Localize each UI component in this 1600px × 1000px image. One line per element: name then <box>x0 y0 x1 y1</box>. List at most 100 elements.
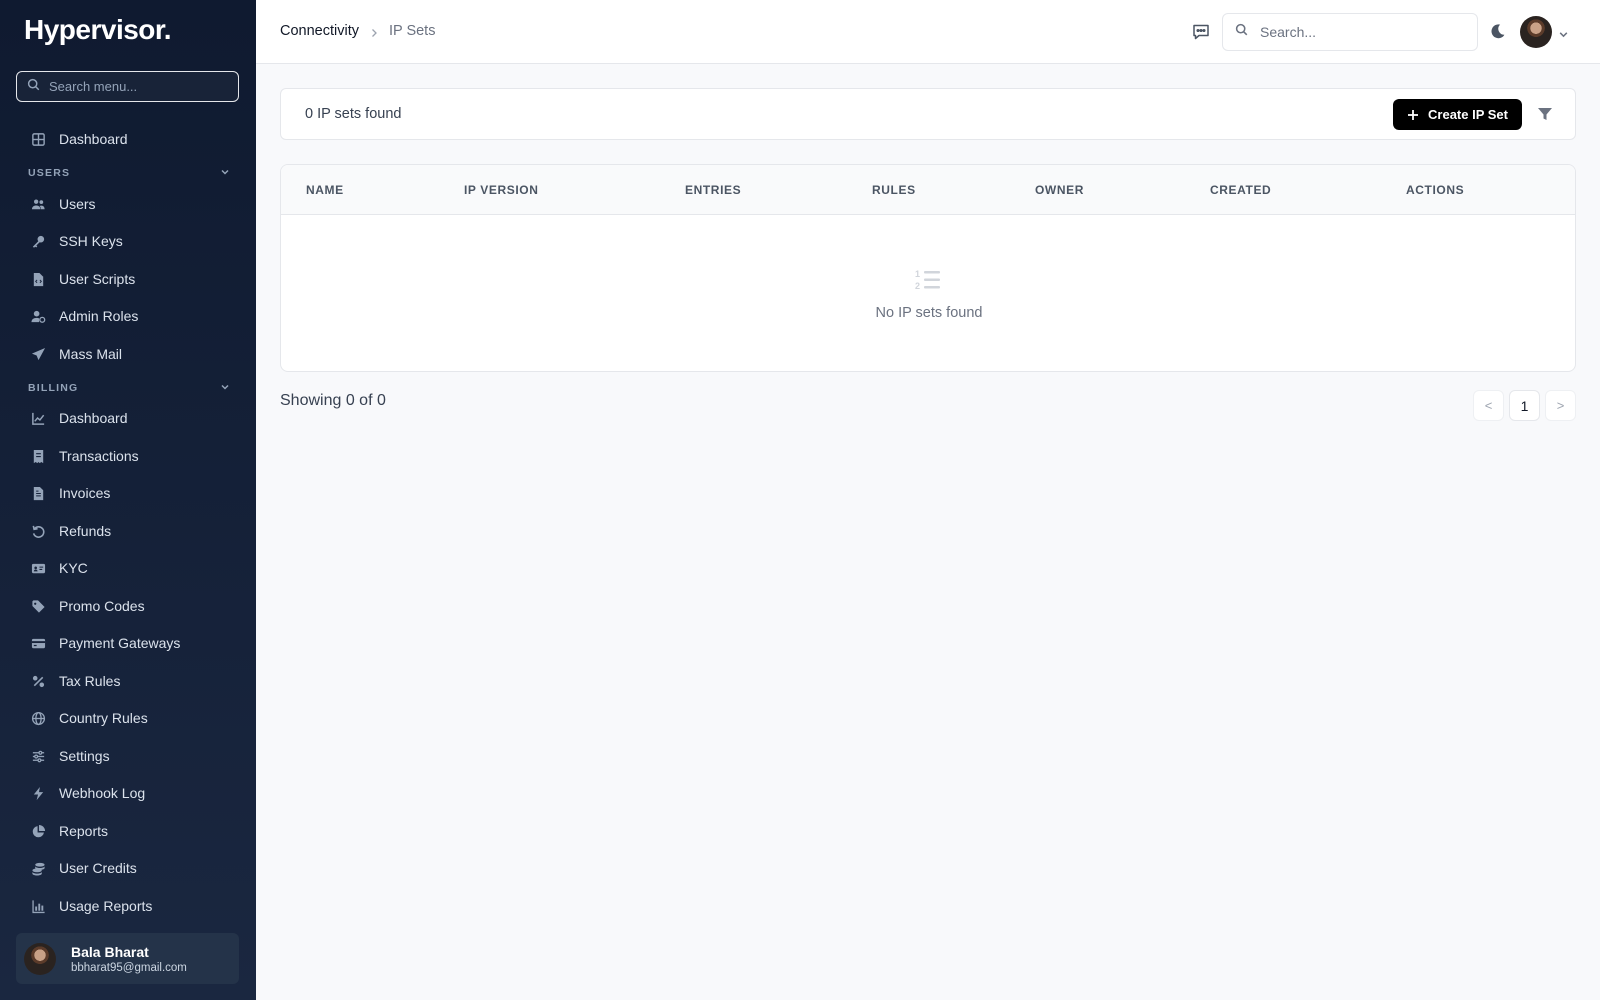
sidebar-item-label: Mass Mail <box>59 346 123 362</box>
sidebar-item-invoices[interactable]: Invoices <box>16 478 240 508</box>
create-ip-set-button[interactable]: Create IP Set <box>1393 99 1522 130</box>
column-header-rules[interactable]: RULES <box>872 183 916 197</box>
top-header: Connectivity IP Sets <box>256 0 1600 64</box>
next-page-button[interactable]: > <box>1545 390 1576 421</box>
breadcrumb-root[interactable]: Connectivity <box>280 23 359 39</box>
svg-text:1: 1 <box>915 269 920 279</box>
empty-state-text: No IP sets found <box>875 305 983 321</box>
sidebar-item-label: SSH Keys <box>59 233 123 249</box>
table-header: NAME IP VERSION ENTRIES RULES OWNER CREA… <box>281 165 1575 215</box>
bar-chart-icon <box>30 898 46 914</box>
sidebar-item-label: Admin Roles <box>59 308 139 324</box>
column-header-created[interactable]: CREATED <box>1210 183 1271 197</box>
sidebar-item-country-rules[interactable]: Country Rules <box>16 703 240 733</box>
sidebar-section-billing[interactable]: BILLING <box>28 380 230 396</box>
sidebar-item-label: Usage Reports <box>59 898 153 914</box>
section-label: USERS <box>28 167 71 179</box>
menu-search-input[interactable] <box>49 79 229 94</box>
chevron-right-icon <box>369 26 379 37</box>
global-search[interactable] <box>1222 13 1478 51</box>
sidebar-item-refunds[interactable]: Refunds <box>16 516 240 546</box>
results-count: 0 IP sets found <box>305 106 402 122</box>
sidebar-item-promo-codes[interactable]: Promo Codes <box>16 591 240 621</box>
sidebar-item-label: Payment Gateways <box>59 635 181 651</box>
sidebar-item-label: User Credits <box>59 860 137 876</box>
list-ol-icon: 12 <box>915 267 941 293</box>
credit-card-icon <box>30 635 46 651</box>
sidebar-item-dashboard[interactable]: Dashboard <box>16 124 240 154</box>
sidebar-item-webhook-log[interactable]: Webhook Log <box>16 778 240 808</box>
brand-logo[interactable]: Hypervisor. <box>24 14 172 46</box>
sidebar-user-card[interactable]: Bala Bharat bbharat95@gmail.com <box>16 933 239 984</box>
breadcrumb: Connectivity IP Sets <box>280 23 435 39</box>
svg-text:2: 2 <box>915 281 920 291</box>
column-header-actions: ACTIONS <box>1406 183 1465 197</box>
filter-icon[interactable] <box>1537 106 1553 122</box>
sidebar-item-reports[interactable]: Reports <box>16 816 240 846</box>
sidebar-item-ssh-keys[interactable]: SSH Keys <box>16 226 240 256</box>
sidebar-item-settings[interactable]: Settings <box>16 741 240 771</box>
sidebar-item-usage-reports[interactable]: Usage Reports <box>16 891 240 921</box>
avatar <box>24 942 56 975</box>
sidebar-item-label: Tax Rules <box>59 673 121 689</box>
sidebar-item-label: KYC <box>59 560 88 576</box>
create-button-label: Create IP Set <box>1428 107 1508 122</box>
sidebar-item-label: Reports <box>59 823 109 839</box>
sidebar-item-label: Dashboard <box>59 131 128 147</box>
ip-sets-table: NAME IP VERSION ENTRIES RULES OWNER CREA… <box>280 164 1576 372</box>
user-email: bbharat95@gmail.com <box>71 961 187 974</box>
sidebar-item-payment-gateways[interactable]: Payment Gateways <box>16 628 240 658</box>
tag-icon <box>30 598 46 614</box>
grid-icon <box>30 131 46 147</box>
user-meta: Bala Bharat bbharat95@gmail.com <box>71 944 187 974</box>
sidebar-item-label: Dashboard <box>59 410 128 426</box>
key-icon <box>30 233 46 249</box>
user-name: Bala Bharat <box>71 943 149 960</box>
sidebar-item-users[interactable]: Users <box>16 189 240 219</box>
sidebar-item-label: Promo Codes <box>59 598 145 614</box>
sidebar-item-billing-dashboard[interactable]: Dashboard <box>16 403 240 433</box>
sidebar-item-label: Invoices <box>59 485 111 501</box>
global-search-input[interactable] <box>1260 24 1460 40</box>
sidebar-item-label: User Scripts <box>59 271 136 287</box>
file-code-icon <box>30 271 46 287</box>
column-header-entries[interactable]: ENTRIES <box>685 183 741 197</box>
list-toolbar: 0 IP sets found Create IP Set <box>280 88 1576 140</box>
sidebar-item-admin-roles[interactable]: Admin Roles <box>16 301 240 331</box>
sidebar-item-user-scripts[interactable]: User Scripts <box>16 264 240 294</box>
undo-icon <box>30 523 46 539</box>
menu-search[interactable] <box>16 71 239 102</box>
sidebar-item-user-credits[interactable]: User Credits <box>16 853 240 883</box>
page-1-button[interactable]: 1 <box>1509 390 1540 421</box>
receipt-icon <box>30 448 46 464</box>
chevron-down-icon[interactable] <box>1558 27 1569 38</box>
paper-plane-icon <box>30 346 46 362</box>
line-chart-icon <box>30 410 46 426</box>
sidebar-item-transactions[interactable]: Transactions <box>16 441 240 471</box>
sidebar-item-tax-rules[interactable]: Tax Rules <box>16 666 240 696</box>
chevron-down-icon <box>220 164 230 182</box>
users-icon <box>30 196 46 212</box>
sidebar-item-label: Transactions <box>59 448 139 464</box>
prev-page-button[interactable]: < <box>1473 390 1504 421</box>
section-label: BILLING <box>28 382 79 394</box>
column-header-ip-version[interactable]: IP VERSION <box>464 183 538 197</box>
search-icon <box>1235 23 1248 41</box>
globe-icon <box>30 710 46 726</box>
sliders-icon <box>30 748 46 764</box>
id-card-icon <box>30 560 46 576</box>
sidebar-item-label: Users <box>59 196 96 212</box>
sidebar-item-label: Refunds <box>59 523 112 539</box>
sidebar-section-users[interactable]: USERS <box>28 165 230 181</box>
user-gear-icon <box>30 308 46 324</box>
column-header-name[interactable]: NAME <box>306 183 344 197</box>
plus-icon <box>1408 109 1419 120</box>
invoice-icon <box>30 485 46 501</box>
breadcrumb-current: IP Sets <box>388 23 436 39</box>
column-header-owner[interactable]: OWNER <box>1035 183 1084 197</box>
chat-icon[interactable] <box>1191 22 1211 42</box>
sidebar-item-mass-mail[interactable]: Mass Mail <box>16 339 240 369</box>
sidebar-item-kyc[interactable]: KYC <box>16 553 240 583</box>
moon-icon[interactable] <box>1489 23 1506 40</box>
header-avatar[interactable] <box>1520 16 1552 48</box>
